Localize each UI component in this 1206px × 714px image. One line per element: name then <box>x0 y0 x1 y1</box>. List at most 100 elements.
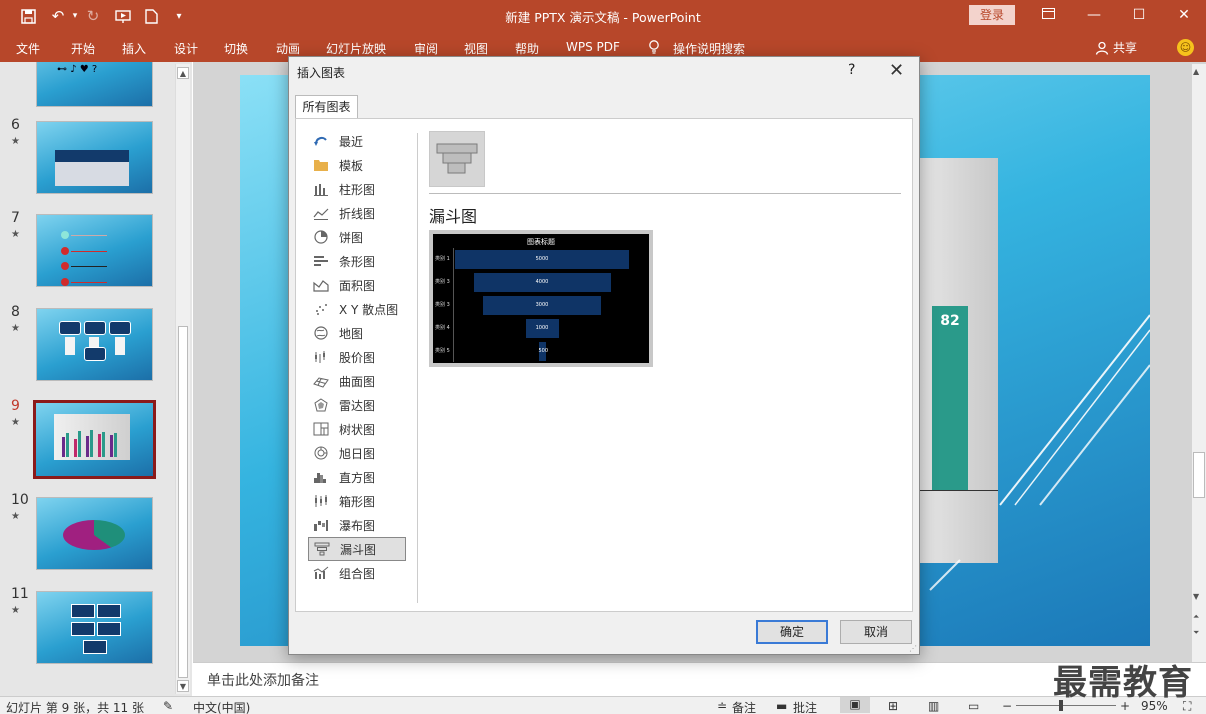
slide-number-8: 8 <box>11 304 20 320</box>
tab-help[interactable]: 帮助 <box>515 40 539 57</box>
next-slide-icon[interactable]: ⏷ <box>1193 628 1199 638</box>
close-icon[interactable]: ✕ <box>889 60 904 81</box>
animation-star-icon: ★ <box>11 605 20 616</box>
animation-star-icon: ★ <box>11 136 20 147</box>
tab-file[interactable]: 文件 <box>16 40 40 57</box>
notes-toggle-icon[interactable]: ≐ <box>717 699 727 713</box>
tab-view[interactable]: 视图 <box>464 40 488 57</box>
close-window-icon[interactable]: ✕ <box>1172 5 1196 25</box>
category-bar[interactable]: 条形图 <box>308 249 406 273</box>
scroll-thumb[interactable] <box>178 326 188 678</box>
folder-icon <box>313 157 329 173</box>
resize-grip-icon[interactable]: ⋰ <box>909 644 917 653</box>
subtype-divider <box>429 193 901 194</box>
category-combo[interactable]: 组合图 <box>308 561 406 585</box>
slide-number-11: 11 <box>11 586 29 602</box>
preview-funnel-bar: 500 <box>538 342 549 361</box>
category-stock[interactable]: 股价图 <box>308 345 406 369</box>
category-sunburst[interactable]: 旭日图 <box>308 441 406 465</box>
animation-star-icon: ★ <box>11 511 20 522</box>
category-line[interactable]: 折线图 <box>308 201 406 225</box>
login-button[interactable]: 登录 <box>969 5 1015 25</box>
normal-view-icon[interactable]: ▣ <box>840 697 870 713</box>
minimize-icon[interactable]: — <box>1082 5 1106 25</box>
category-recent[interactable]: 最近 <box>308 129 406 153</box>
comments-icon[interactable]: ▬ <box>776 699 787 713</box>
tell-me-search[interactable]: 操作说明搜索 <box>673 40 745 57</box>
share-button[interactable]: 共享 <box>1095 39 1137 56</box>
category-templates[interactable]: 模板 <box>308 153 406 177</box>
notes-toggle-button[interactable]: 备注 <box>732 699 756 714</box>
radar-chart-icon <box>313 397 329 413</box>
category-radar[interactable]: 雷达图 <box>308 393 406 417</box>
preview-funnel-bar: 4000 <box>473 273 611 292</box>
slide-number-9: 9 <box>11 398 20 414</box>
tab-wps-pdf[interactable]: WPS PDF <box>566 40 620 54</box>
slide-thumbnail-10[interactable] <box>36 497 153 570</box>
slide-sorter-icon[interactable]: ⊞ <box>888 699 898 713</box>
category-treemap[interactable]: 树状图 <box>308 417 406 441</box>
zoom-out-icon[interactable]: − <box>1002 699 1012 713</box>
sunburst-chart-icon <box>313 445 329 461</box>
previous-slide-icon[interactable]: ⏶ <box>1193 612 1199 622</box>
slide-thumbnail-9-selected[interactable] <box>33 400 156 479</box>
scroll-thumb[interactable] <box>1193 452 1205 498</box>
slide-thumbnail-5[interactable]: ⊷ ♪ ♥ ? <box>36 62 153 107</box>
boxwhisker-chart-icon <box>313 493 329 509</box>
tab-review[interactable]: 审阅 <box>414 40 438 57</box>
person-icon <box>1095 41 1109 55</box>
help-icon[interactable]: ? <box>848 62 855 78</box>
category-column[interactable]: 柱形图 <box>308 177 406 201</box>
scroll-down-icon[interactable]: ▼ <box>177 680 189 692</box>
scroll-down-icon[interactable]: ▼ <box>1193 592 1199 601</box>
chart-type-title: 漏斗图 <box>429 207 478 226</box>
watermark-text: 最需教育 <box>1053 663 1193 703</box>
tab-animations[interactable]: 动画 <box>276 40 300 57</box>
thumbnail-scrollbar[interactable]: ▲ ▼ <box>175 64 190 694</box>
tab-design[interactable]: 设计 <box>174 40 198 57</box>
category-histogram[interactable]: 直方图 <box>308 465 406 489</box>
reading-view-icon[interactable]: ▥ <box>928 699 939 713</box>
slide-thumbnail-7[interactable] <box>36 214 153 287</box>
comments-button[interactable]: 批注 <box>793 699 817 714</box>
slide-thumbnail-8[interactable] <box>36 308 153 381</box>
slideshow-view-icon[interactable]: ▭ <box>968 699 979 713</box>
tab-all-charts[interactable]: 所有图表 <box>295 95 358 119</box>
lightbulb-icon[interactable] <box>648 40 660 57</box>
category-area[interactable]: 面积图 <box>308 273 406 297</box>
feedback-smiley-icon[interactable]: ☺ <box>1177 39 1194 56</box>
stock-chart-icon <box>313 349 329 365</box>
preview-bar-value: 5000 <box>535 256 549 262</box>
ok-button[interactable]: 确定 <box>756 620 828 644</box>
spellcheck-icon[interactable]: ✎ <box>163 699 173 713</box>
slide-thumbnail-11[interactable] <box>36 591 153 664</box>
preview-bar-value: 3000 <box>535 302 549 308</box>
maximize-icon[interactable]: ☐ <box>1127 5 1151 25</box>
slide-thumbnail-6[interactable] <box>36 121 153 194</box>
category-map[interactable]: 地图 <box>308 321 406 345</box>
preview-funnel-bar: 5000 <box>455 250 629 269</box>
ribbon-display-options-icon[interactable] <box>1036 5 1060 25</box>
edit-scrollbar[interactable]: ▲ ▼ ⏶ ⏷ <box>1192 64 1206 662</box>
cancel-button[interactable]: 取消 <box>840 620 912 644</box>
tab-slideshow[interactable]: 幻灯片放映 <box>326 40 386 57</box>
chart-preview[interactable]: 图表标题 类别 1 5000 类别 3 4000 类别 3 3000 类别 4 1000 类别 … <box>429 230 653 367</box>
tab-transitions[interactable]: 切换 <box>224 40 248 57</box>
preview-chart-title: 图表标题 <box>527 238 555 246</box>
category-waterfall[interactable]: 瀑布图 <box>308 513 406 537</box>
scroll-up-icon[interactable]: ▲ <box>1193 67 1199 76</box>
scatter-chart-icon <box>313 301 329 317</box>
tab-home[interactable]: 开始 <box>71 40 95 57</box>
category-funnel-selected[interactable]: 漏斗图 <box>308 537 406 561</box>
category-box-whisker[interactable]: 箱形图 <box>308 489 406 513</box>
zoom-slider[interactable] <box>1016 705 1116 706</box>
category-pie[interactable]: 饼图 <box>308 225 406 249</box>
preview-bar-value: 500 <box>538 348 549 354</box>
category-surface[interactable]: 曲面图 <box>308 369 406 393</box>
tab-insert[interactable]: 插入 <box>122 40 146 57</box>
scroll-up-icon[interactable]: ▲ <box>177 67 189 79</box>
dialog-content: 最近 模板 柱形图 折线图 饼图 条形图 面积图 X Y 散点图 地图 股价图 … <box>295 118 913 612</box>
language-indicator[interactable]: 中文(中国) <box>193 699 250 714</box>
category-scatter[interactable]: X Y 散点图 <box>308 297 406 321</box>
funnel-subtype-thumbnail[interactable] <box>429 131 485 187</box>
